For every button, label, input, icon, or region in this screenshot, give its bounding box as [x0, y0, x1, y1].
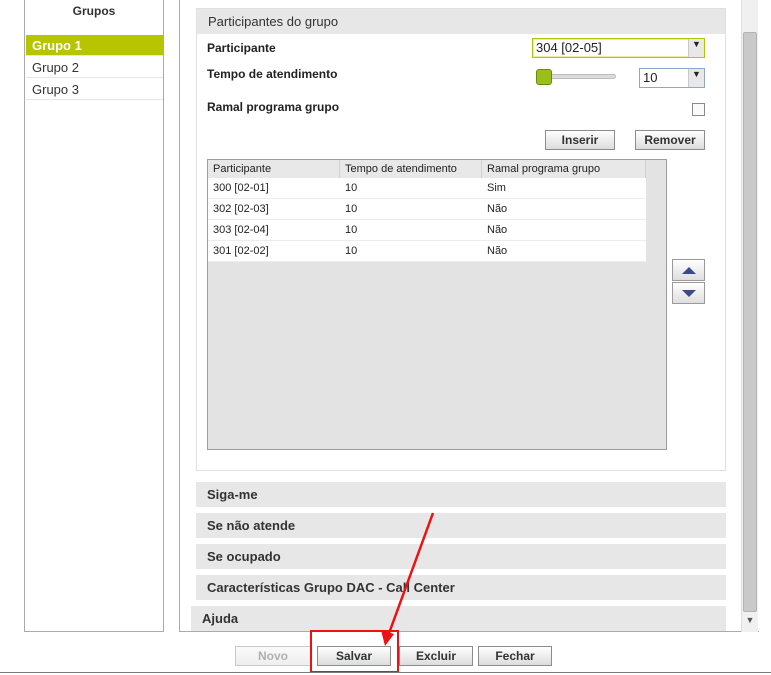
window-bottom-border — [0, 672, 771, 673]
annotation-arrow-icon — [381, 512, 435, 646]
